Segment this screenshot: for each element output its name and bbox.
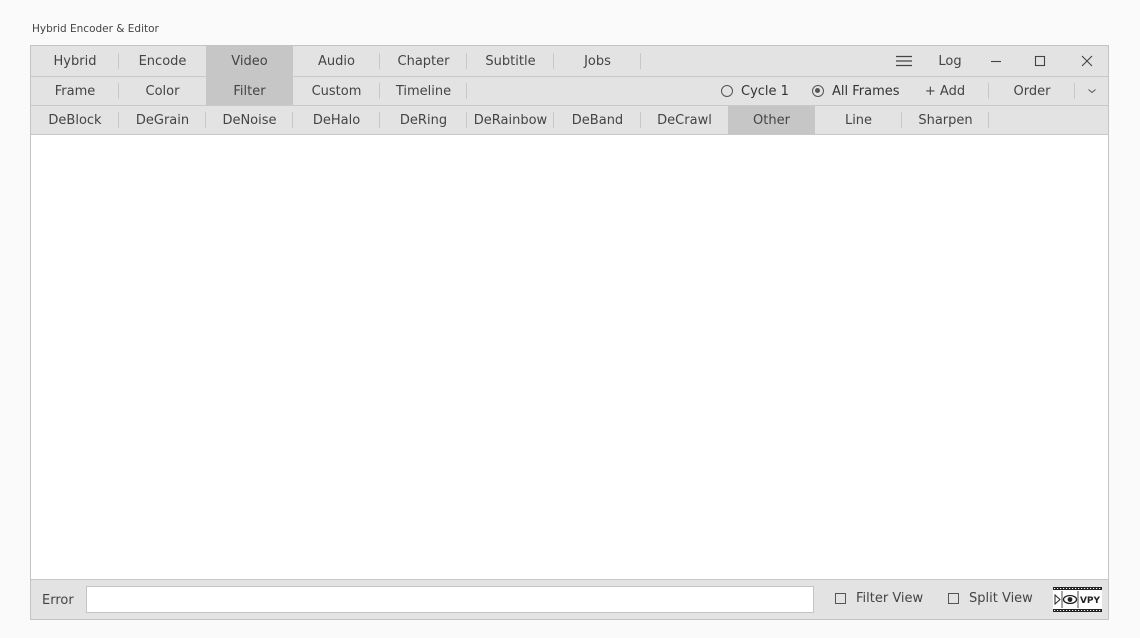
tab-custom[interactable]: Custom	[293, 77, 380, 105]
tab-audio[interactable]: Audio	[293, 46, 380, 76]
vpy-label: VPY	[1080, 596, 1101, 606]
checkbox-icon	[835, 593, 846, 604]
minimize-icon	[991, 60, 1001, 63]
tab-decrawl[interactable]: DeCrawl	[641, 106, 728, 134]
tab-video[interactable]: Video	[206, 46, 293, 76]
tab-degrain[interactable]: DeGrain	[119, 106, 206, 134]
vpy-preview-button[interactable]: VPY	[1053, 587, 1102, 612]
tab-deblock[interactable]: DeBlock	[31, 106, 119, 134]
split-view-checkbox[interactable]: Split View	[948, 591, 1033, 606]
order-button[interactable]: Order	[989, 77, 1075, 105]
main-window: Hybrid Encode Video Audio Chapter Subtit…	[30, 45, 1109, 620]
tab-dering[interactable]: DeRing	[380, 106, 467, 134]
window-title: Hybrid Encoder & Editor	[32, 23, 159, 35]
radio-cycle-1[interactable]: Cycle 1	[721, 77, 789, 105]
status-bar: Error Filter View Split View VPY	[31, 579, 1108, 619]
minimize-button[interactable]	[983, 46, 1009, 76]
close-button[interactable]	[1074, 46, 1100, 76]
tab-frame[interactable]: Frame	[31, 77, 119, 105]
film-strip-eye-icon: VPY	[1053, 587, 1102, 612]
tab-deband[interactable]: DeBand	[554, 106, 641, 134]
filter-tab-bar: DeBlock DeGrain DeNoise DeHalo DeRing De…	[31, 106, 1108, 135]
radio-label: Cycle 1	[741, 83, 789, 99]
tab-denoise[interactable]: DeNoise	[206, 106, 293, 134]
checkbox-label: Filter View	[856, 591, 924, 606]
log-button[interactable]: Log	[929, 46, 971, 76]
add-button[interactable]: + Add	[915, 77, 975, 105]
tab-hybrid[interactable]: Hybrid	[31, 46, 119, 76]
checkbox-icon	[948, 593, 959, 604]
tab-other[interactable]: Other	[728, 106, 815, 134]
radio-circle-icon	[721, 85, 733, 97]
tab-chapter[interactable]: Chapter	[380, 46, 467, 76]
tab-derainbow[interactable]: DeRainbow	[467, 106, 554, 134]
checkbox-label: Split View	[969, 591, 1033, 606]
chevron-down-icon	[1088, 89, 1096, 94]
tab-filter[interactable]: Filter	[206, 77, 293, 105]
tab-sharpen[interactable]: Sharpen	[902, 106, 989, 134]
radio-label: All Frames	[832, 83, 900, 99]
tab-dehalo[interactable]: DeHalo	[293, 106, 380, 134]
tab-subtitle[interactable]: Subtitle	[467, 46, 554, 76]
error-field[interactable]	[86, 586, 814, 613]
hamburger-icon	[896, 55, 912, 67]
maximize-icon	[1034, 55, 1046, 67]
tab-line[interactable]: Line	[815, 106, 902, 134]
close-icon	[1081, 55, 1093, 67]
tab-jobs[interactable]: Jobs	[554, 46, 641, 76]
radio-selected-icon	[812, 85, 824, 97]
filter-view-checkbox[interactable]: Filter View	[835, 591, 923, 606]
video-subtab-bar: Frame Color Filter Custom Timeline Cycle…	[31, 77, 1108, 106]
maximize-button[interactable]	[1027, 46, 1053, 76]
tab-encode[interactable]: Encode	[119, 46, 206, 76]
menu-button[interactable]	[891, 46, 917, 76]
error-label: Error	[42, 593, 74, 608]
tab-timeline[interactable]: Timeline	[380, 77, 467, 105]
radio-all-frames[interactable]: All Frames	[812, 77, 900, 105]
filter-content-area	[31, 135, 1108, 579]
order-dropdown-button[interactable]	[1075, 77, 1109, 105]
tab-color[interactable]: Color	[119, 77, 206, 105]
main-tab-bar: Hybrid Encode Video Audio Chapter Subtit…	[31, 46, 1108, 77]
